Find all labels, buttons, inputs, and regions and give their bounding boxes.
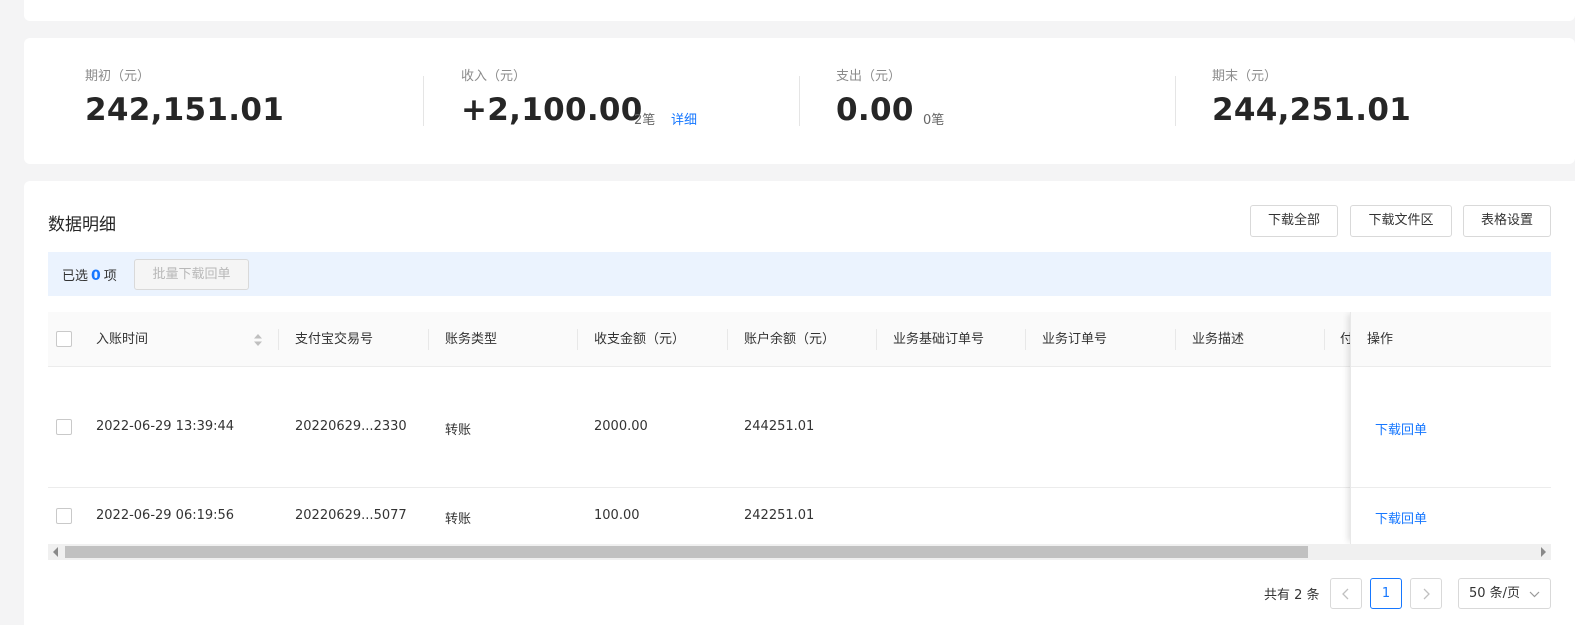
column-header: 业务描述 bbox=[1192, 332, 1245, 347]
cell-type: 转账 bbox=[445, 423, 472, 438]
column-divider bbox=[876, 329, 877, 350]
page-size-select[interactable]: 50 条/页 bbox=[1458, 578, 1551, 609]
scroll-thumb[interactable] bbox=[65, 546, 1308, 558]
column-divider bbox=[278, 329, 279, 350]
cell-type: 转账 bbox=[445, 512, 472, 527]
cell-balance: 242251.01 bbox=[744, 508, 815, 523]
prev-page-button[interactable] bbox=[1330, 578, 1362, 609]
column-divider bbox=[577, 329, 578, 350]
income-detail-link[interactable]: 详细 bbox=[671, 109, 697, 128]
table-settings-button[interactable]: 表格设置 bbox=[1463, 205, 1551, 237]
selection-count: 0 bbox=[91, 268, 101, 284]
expense-value: 0.00 bbox=[836, 92, 914, 128]
row-checkbox[interactable] bbox=[56, 419, 72, 435]
chevron-left-icon bbox=[1342, 588, 1349, 600]
column-divider bbox=[727, 329, 728, 350]
selection-prefix: 已选 bbox=[62, 269, 89, 284]
selection-text: 已选 0 项 bbox=[62, 265, 117, 284]
row-checkbox[interactable] bbox=[56, 508, 72, 524]
action-column-header: 操作 bbox=[1351, 312, 1551, 367]
data-table: 入账时间 支付宝交易号 账务类型 收支金额（元） 账户余额（元） 业务基础订单号… bbox=[48, 312, 1551, 544]
column-header: 业务基础订单号 bbox=[893, 332, 985, 347]
cell-amount: 2000.00 bbox=[594, 419, 648, 434]
download-receipt-link[interactable]: 下载回单 bbox=[1375, 508, 1427, 527]
horizontal-scrollbar[interactable] bbox=[48, 544, 1551, 560]
divider bbox=[1175, 76, 1176, 126]
table-row: 2022-06-29 13:39:44 20220629...2330 转账 2… bbox=[48, 367, 1551, 488]
expense-count: 0笔 bbox=[923, 113, 945, 128]
cell-trade-no: 20220629...5077 bbox=[295, 508, 407, 523]
opening-label: 期初（元） bbox=[85, 69, 151, 84]
sort-icon[interactable] bbox=[253, 333, 263, 347]
column-header[interactable]: 入账时间 bbox=[96, 312, 148, 367]
column-header: 账务类型 bbox=[445, 332, 498, 347]
income-value: +2,100.00 bbox=[461, 92, 643, 128]
divider bbox=[423, 76, 424, 126]
selection-bar: 已选 0 项 批量下载回单 bbox=[48, 252, 1551, 296]
chevron-down-icon bbox=[1529, 591, 1540, 598]
expense-label: 支出（元） bbox=[836, 69, 902, 84]
pagination-total: 共有 2 条 bbox=[1264, 588, 1320, 603]
column-header: 收支金额（元） bbox=[594, 332, 686, 347]
scroll-left-icon[interactable] bbox=[53, 547, 58, 557]
column-header: 操作 bbox=[1367, 332, 1394, 347]
page-size-value: 50 条/页 bbox=[1469, 586, 1521, 601]
closing-label: 期末（元） bbox=[1212, 69, 1278, 84]
details-card: 数据明细 下载全部 下载文件区 表格设置 已选 0 项 批量下载回单 入账时间 支付… bbox=[24, 181, 1575, 625]
divider bbox=[799, 76, 800, 126]
cell-trade-no: 20220629...2330 bbox=[295, 419, 407, 434]
action-column: 操作 下载回单 下载回单 bbox=[1350, 312, 1551, 544]
column-divider bbox=[428, 329, 429, 350]
table-header: 入账时间 支付宝交易号 账务类型 收支金额（元） 账户余额（元） 业务基础订单号… bbox=[48, 312, 1551, 367]
column-header: 业务订单号 bbox=[1042, 332, 1108, 347]
cell-time: 2022-06-29 13:39:44 bbox=[96, 419, 235, 434]
cell-amount: 100.00 bbox=[594, 508, 640, 523]
opening-value: 242,151.01 bbox=[85, 92, 285, 128]
table-row: 2022-06-29 06:19:56 20220629...5077 转账 1… bbox=[48, 488, 1551, 544]
income-label: 收入（元） bbox=[461, 69, 527, 84]
row-divider bbox=[1351, 487, 1551, 488]
top-card bbox=[24, 0, 1575, 21]
download-files-button[interactable]: 下载文件区 bbox=[1350, 205, 1452, 237]
cell-time: 2022-06-29 06:19:56 bbox=[96, 508, 235, 523]
cell-balance: 244251.01 bbox=[744, 419, 815, 434]
scroll-right-icon[interactable] bbox=[1541, 547, 1546, 557]
batch-download-button[interactable]: 批量下载回单 bbox=[134, 259, 249, 290]
column-divider bbox=[1025, 329, 1026, 350]
income-count: 2笔 bbox=[634, 113, 656, 128]
column-header: 账户余额（元） bbox=[744, 332, 836, 347]
column-header: 支付宝交易号 bbox=[295, 332, 374, 347]
download-receipt-link[interactable]: 下载回单 bbox=[1375, 419, 1427, 438]
select-all-checkbox[interactable] bbox=[56, 331, 72, 347]
download-all-button[interactable]: 下载全部 bbox=[1250, 205, 1338, 237]
column-divider bbox=[1324, 329, 1325, 350]
next-page-button[interactable] bbox=[1410, 578, 1442, 609]
selection-suffix: 项 bbox=[103, 269, 117, 284]
chevron-right-icon bbox=[1423, 588, 1430, 600]
summary-card: 期初（元） 242,151.01 收入（元） +2,100.00 2笔 详细 支… bbox=[24, 38, 1575, 164]
column-divider bbox=[1175, 329, 1176, 350]
section-title: 数据明细 bbox=[48, 215, 116, 235]
page-button-current[interactable]: 1 bbox=[1370, 578, 1402, 609]
closing-value: 244,251.01 bbox=[1212, 92, 1412, 128]
